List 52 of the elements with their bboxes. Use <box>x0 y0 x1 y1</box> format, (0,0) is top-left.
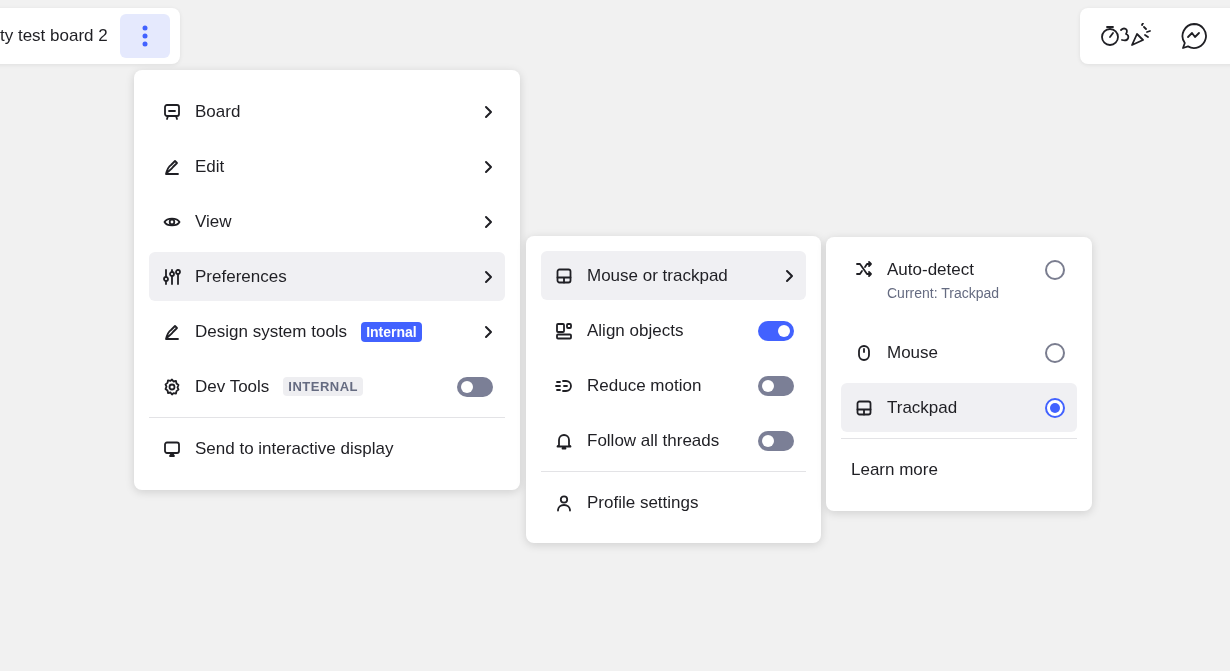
mouse-icon <box>855 343 873 362</box>
menu-item[interactable]: Preferences <box>149 252 505 301</box>
menu-item-label: Follow all threads <box>587 430 720 451</box>
chevron-right-icon <box>483 159 493 174</box>
radio-button[interactable] <box>1045 260 1065 280</box>
settings-icon <box>163 377 181 396</box>
menu-item[interactable]: Edit <box>149 142 505 191</box>
person-icon <box>555 493 573 512</box>
shuffle-icon <box>855 260 873 278</box>
toggle-switch[interactable] <box>758 375 794 396</box>
easel-icon <box>163 102 181 121</box>
radio-button[interactable] <box>1045 397 1065 418</box>
menu-item-label: Align objects <box>587 320 684 341</box>
chevron-right-icon <box>483 214 493 229</box>
menu-item[interactable]: View <box>149 197 505 246</box>
menu-item[interactable]: Mouse or trackpad <box>541 251 806 300</box>
internal-badge: Internal <box>361 321 422 342</box>
align-objects-icon <box>555 321 573 340</box>
menu-item-label: Dev Tools <box>195 376 270 397</box>
option-label: Auto-detect <box>887 260 975 280</box>
trackpad-icon <box>555 266 573 285</box>
toggle-switch[interactable] <box>457 376 493 397</box>
more-vertical-icon <box>141 25 148 47</box>
learn-more-link[interactable]: Learn more <box>841 445 1077 494</box>
menu-item[interactable]: Design system tools Internal <box>149 307 505 356</box>
menu-item[interactable]: Send to interactive display <box>149 424 505 473</box>
timer-party-icon <box>1100 23 1154 49</box>
internal-badge: INTERNAL <box>283 377 364 396</box>
menu-item[interactable]: Board <box>149 87 505 136</box>
option-label: Trackpad <box>887 397 959 418</box>
trackpad-icon <box>855 398 873 417</box>
pen-icon <box>163 157 181 176</box>
chevron-right-icon <box>784 268 794 283</box>
bell-icon <box>555 431 573 450</box>
toggle-switch[interactable] <box>758 430 794 451</box>
chevron-right-icon <box>483 104 493 119</box>
display-icon <box>163 439 181 458</box>
comments-button[interactable] <box>1180 22 1208 50</box>
option-subtitle: Current: Trackpad <box>887 285 1001 301</box>
sliders-icon <box>163 267 181 286</box>
chevron-right-icon <box>483 269 493 284</box>
radio-button[interactable] <box>1045 342 1065 363</box>
timer-party-button[interactable] <box>1100 23 1154 49</box>
option-label: Mouse <box>887 342 940 363</box>
menu-item[interactable]: Profile settings <box>541 478 806 527</box>
menu-item-label: Reduce motion <box>587 375 702 396</box>
chat-bubble-icon <box>1180 22 1208 50</box>
board-title: ty test board 2 <box>0 26 108 46</box>
pen-icon <box>163 322 181 341</box>
chevron-right-icon <box>483 324 493 339</box>
more-options-button[interactable] <box>119 14 170 58</box>
toggle-switch[interactable] <box>758 320 794 341</box>
